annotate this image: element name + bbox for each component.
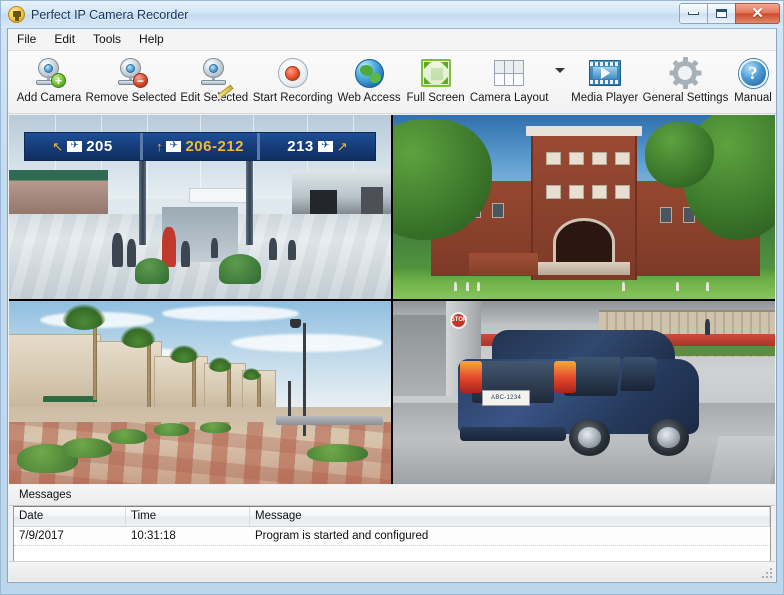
column-header-message[interactable]: Message	[250, 507, 770, 526]
menu-help[interactable]: Help	[130, 29, 173, 50]
remove-selected-label: Remove Selected	[86, 92, 177, 104]
camera-add-icon: +	[33, 56, 65, 90]
cell-time: 10:31:18	[126, 530, 250, 542]
gate-sign-bar: ↖ ✈ 205 ↑ ✈ 206-212 213 ✈ ↗	[24, 132, 375, 161]
globe-icon	[355, 56, 384, 90]
menu-edit[interactable]: Edit	[45, 29, 84, 50]
messages-panel-title: Messages	[9, 485, 775, 506]
column-header-date[interactable]: Date	[14, 507, 126, 526]
start-recording-label: Start Recording	[253, 92, 333, 104]
menu-tools[interactable]: Tools	[84, 29, 130, 50]
plane-icon-2: ✈	[166, 141, 181, 152]
gate-arrow-icon-3: ↗	[337, 140, 348, 153]
terminal-billboard	[189, 188, 250, 203]
column-header-time[interactable]: Time	[126, 507, 250, 526]
gate-arrow-icon-1: ↖	[52, 140, 63, 153]
gate-number-2: 206-212	[185, 138, 244, 155]
general-settings-label: General Settings	[643, 92, 729, 104]
title-bar[interactable]: Perfect IP Camera Recorder ✕	[1, 1, 783, 28]
garage-interior	[393, 315, 454, 396]
camera-edit-icon	[198, 56, 230, 90]
storefront-2	[93, 341, 162, 411]
maximize-button[interactable]	[707, 3, 736, 24]
add-camera-button[interactable]: + Add Camera	[14, 51, 84, 104]
media-player-icon	[589, 56, 621, 90]
gate-number-1: 205	[86, 138, 113, 155]
entry-steps	[538, 262, 630, 275]
parked-cars	[276, 416, 383, 425]
edit-selected-label: Edit Selected	[180, 92, 248, 104]
resize-grip[interactable]	[761, 567, 773, 579]
add-camera-label: Add Camera	[17, 92, 82, 104]
status-bar	[9, 561, 775, 581]
camera-pane-1[interactable]: ↖ ✈ 205 ↑ ✈ 206-212 213 ✈ ↗	[9, 115, 391, 299]
toolbar: + Add Camera − Remove Selected	[8, 51, 776, 114]
chevron-down-icon	[555, 68, 565, 73]
minimize-icon	[688, 12, 699, 15]
lamp-head	[290, 319, 301, 328]
fullscreen-icon	[421, 56, 451, 90]
license-plate: ABC-1234	[482, 390, 530, 406]
storefront-3	[154, 356, 207, 411]
gate-sign-3: 213 ✈ ↗	[260, 133, 374, 160]
application-window: Perfect IP Camera Recorder ✕ File Edit T…	[0, 0, 784, 595]
close-button[interactable]: ✕	[735, 3, 780, 24]
plane-icon-1: ✈	[67, 141, 82, 152]
menu-bar: File Edit Tools Help	[8, 29, 776, 51]
web-access-label: Web Access	[338, 92, 401, 104]
brick-retaining-wall	[469, 253, 538, 275]
plane-icon-3: ✈	[318, 141, 333, 152]
gate-number-3: 213	[287, 138, 314, 155]
full-screen-button[interactable]: Full Screen	[403, 51, 467, 104]
camera-layout-button[interactable]: Camera Layout	[468, 51, 551, 104]
media-player-button[interactable]: Media Player	[569, 51, 641, 104]
menu-file[interactable]: File	[8, 29, 45, 50]
remove-selected-button[interactable]: − Remove Selected	[84, 51, 178, 104]
web-access-button[interactable]: Web Access	[335, 51, 404, 104]
gate-sign-1: ↖ ✈ 205	[25, 133, 142, 160]
help-glyph: ?	[739, 59, 768, 88]
green-awning	[43, 396, 96, 402]
media-player-label: Media Player	[571, 92, 638, 104]
window-controls: ✕	[680, 3, 780, 24]
gate-sign-2: ↑ ✈ 206-212	[143, 133, 260, 160]
blue-suv: ABC-1234	[458, 330, 699, 451]
minimize-button[interactable]	[679, 3, 708, 24]
maximize-icon	[716, 9, 727, 18]
close-icon: ✕	[751, 6, 764, 21]
camera-pane-2[interactable]	[393, 115, 775, 299]
manual-label: Manual	[734, 92, 772, 104]
cell-message: Program is started and configured	[250, 530, 770, 542]
app-icon	[8, 6, 25, 23]
help-question-icon: ?	[739, 56, 768, 90]
camera-pane-4[interactable]: STOP ABC-1234	[393, 301, 775, 485]
gear-icon	[670, 56, 700, 90]
window-title: Perfect IP Camera Recorder	[31, 8, 188, 22]
record-icon	[278, 56, 308, 90]
stop-sign-icon: STOP	[450, 312, 467, 329]
table-row[interactable]: 7/9/2017 10:31:18 Program is started and…	[14, 527, 770, 546]
client-area: File Edit Tools Help + Add Camera	[7, 28, 777, 583]
gate-arrow-icon-2: ↑	[156, 140, 163, 153]
camera-remove-icon: −	[115, 56, 147, 90]
grid-layout-icon	[494, 56, 524, 90]
camera-layout-dropdown-button[interactable]	[551, 51, 569, 90]
general-settings-button[interactable]: General Settings	[641, 51, 730, 104]
camera-layout-label: Camera Layout	[470, 92, 549, 104]
manual-button[interactable]: ? Manual	[730, 51, 776, 104]
camera-grid: ↖ ✈ 205 ↑ ✈ 206-212 213 ✈ ↗	[9, 115, 775, 484]
camera-pane-3[interactable]	[9, 301, 391, 485]
messages-column-headers: Date Time Message	[14, 507, 770, 527]
cell-date: 7/9/2017	[14, 530, 126, 542]
edit-selected-button[interactable]: Edit Selected	[178, 51, 251, 104]
full-screen-label: Full Screen	[407, 92, 465, 104]
start-recording-button[interactable]: Start Recording	[251, 51, 335, 104]
curb	[709, 436, 775, 484]
pedestrian	[705, 319, 710, 335]
